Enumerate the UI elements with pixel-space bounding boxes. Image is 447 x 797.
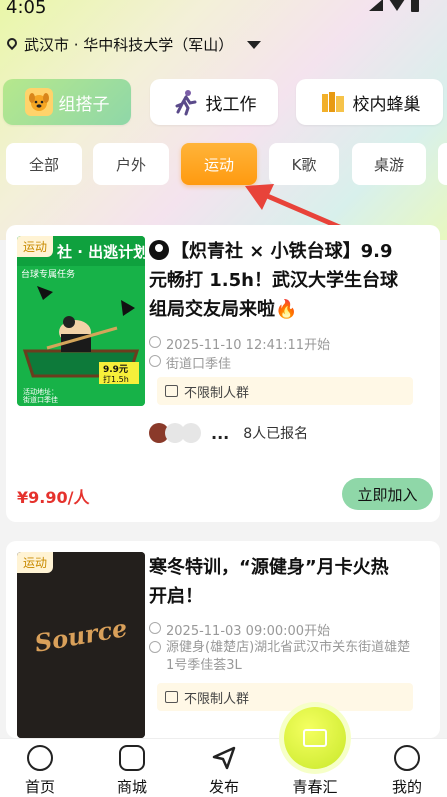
event-card[interactable]: 运动 Source 寒冬特训，“源健身”月卡火热 开启！ 2025-11-03 …	[6, 541, 440, 738]
status-icons	[369, 0, 419, 12]
dog-face-icon	[24, 88, 53, 116]
category-job[interactable]: 找工作	[150, 79, 278, 125]
status-bar: 4:05	[0, 0, 447, 22]
chevron-down-icon	[247, 40, 262, 49]
location-label: 武汉市 · 华中科技大学（军山）	[24, 36, 234, 54]
tag-icon	[165, 385, 178, 397]
location-pin-icon	[149, 641, 161, 653]
tab-karaoke[interactable]: K歌	[269, 143, 339, 185]
event-badge: 运动	[17, 236, 54, 257]
signal-icon	[369, 0, 383, 11]
category-label: 找工作	[205, 94, 257, 115]
status-time: 4:05	[6, 0, 47, 18]
signup-count: 8人已报名	[243, 426, 309, 442]
youth-fab-button[interactable]	[284, 707, 346, 769]
category-zudazi[interactable]: 组搭子	[3, 79, 131, 125]
nav-shop[interactable]: 商城	[92, 739, 172, 797]
event-card[interactable]: 运动 社 · 出逃计划 台球专属任务 9.9元 打1.5h 活动地址： 街道口季…	[6, 225, 440, 522]
category-hive[interactable]: 校内蜂巢	[296, 79, 443, 125]
runner-icon	[172, 88, 200, 116]
event-poster-image: 运动 Source	[17, 552, 145, 738]
signup-row: ... 8人已报名	[149, 423, 308, 443]
send-icon	[211, 745, 237, 771]
poster-sub: 台球专属任务	[21, 268, 75, 280]
event-place: 源健身(雄楚店)湖北省武汉市关东街道雄楚 1号季佳荟3L	[149, 639, 430, 675]
poster-price: 9.9元	[103, 364, 128, 375]
join-button[interactable]: 立即加入	[342, 478, 433, 510]
tab-outdoor[interactable]: 户外	[93, 143, 169, 185]
tab-all[interactable]: 全部	[6, 143, 82, 185]
audience-tag: 不限制人群	[157, 683, 413, 711]
poster-header: 社 · 出逃计划	[56, 243, 145, 261]
event-badge: 运动	[17, 552, 54, 573]
poster-foot2: 街道口季佳	[23, 395, 58, 404]
poster-duration: 打1.5h	[103, 374, 129, 384]
id-card-icon	[303, 729, 327, 747]
filter-tabs: 全部 户外 运动 K歌 桌游	[0, 143, 447, 185]
poster-foot1: 活动地址：	[23, 387, 58, 396]
tag-icon	[165, 691, 178, 703]
category-label: 校内蜂巢	[352, 94, 421, 115]
battery-icon	[411, 0, 419, 12]
nav-profile[interactable]: 我的	[367, 739, 447, 797]
location-selector[interactable]: 武汉市 · 华中科技大学（军山）	[6, 34, 262, 55]
event-poster-image: 运动 社 · 出逃计划 台球专属任务 9.9元 打1.5h 活动地址： 街道口季…	[17, 236, 145, 406]
category-row: 组搭子 找工作 校内蜂巢	[0, 79, 447, 125]
event-title: 【炽青社 × 小铁台球】9.9 元畅打 1.5h！武汉大学生台球 组局交友局来啦…	[149, 240, 398, 320]
books-icon	[319, 88, 347, 116]
clock-icon	[149, 336, 161, 348]
event-time: 2025-11-10 12:41:11开始	[149, 334, 430, 353]
event-place: 街道口季佳	[149, 353, 430, 372]
avatar-placeholder	[181, 423, 201, 443]
event-title: 寒冬特训，“源健身”月卡火热 开启！	[149, 557, 389, 607]
wifi-icon	[389, 0, 405, 11]
profile-icon	[394, 745, 420, 771]
event-price: ¥9.90/人	[17, 488, 90, 507]
nav-publish[interactable]: 发布	[184, 739, 264, 797]
audience-tag: 不限制人群	[157, 377, 413, 405]
tab-sports[interactable]: 运动	[181, 143, 257, 185]
tab-more[interactable]	[438, 143, 447, 185]
nav-home[interactable]: 首页	[0, 739, 80, 797]
clock-icon	[149, 622, 161, 634]
bottom-nav: 首页 商城 发布 青春汇 我的	[0, 738, 447, 797]
billiard-ball-icon	[149, 240, 169, 260]
more-dots: ...	[211, 423, 230, 443]
event-time: 2025-11-03 09:00:00开始	[149, 620, 430, 639]
category-label: 组搭子	[58, 94, 110, 115]
shop-bag-icon	[119, 745, 145, 771]
tab-boardgame[interactable]: 桌游	[352, 143, 426, 185]
home-icon	[27, 745, 53, 771]
location-pin-icon	[6, 38, 18, 52]
location-pin-icon	[149, 355, 161, 367]
